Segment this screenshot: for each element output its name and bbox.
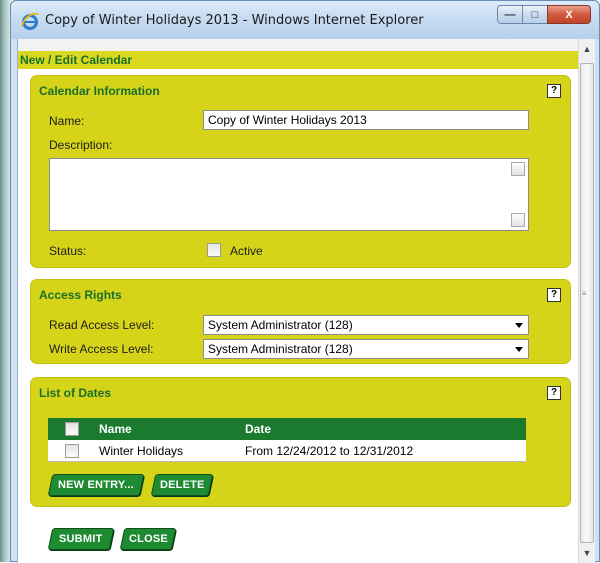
close-label: CLOSE (128, 533, 168, 545)
row-date: From 12/24/2012 to 12/31/2012 (245, 444, 414, 458)
vertical-scrollbar[interactable]: ▲ ≡ ▼ (578, 39, 595, 563)
new-entry-button[interactable]: NEW ENTRY... (47, 474, 145, 496)
name-field[interactable]: Copy of Winter Holidays 2013 (203, 110, 529, 130)
column-header-date[interactable]: Date (245, 422, 271, 436)
new-entry-label: NEW ENTRY... (58, 479, 134, 491)
close-button[interactable]: CLOSE (119, 528, 177, 550)
calendar-information-title: Calendar Information (39, 84, 160, 98)
textarea-scroll-up-icon[interactable] (511, 162, 525, 176)
write-access-select[interactable]: System Administrator (128) (203, 339, 529, 359)
page-content: New / Edit Calendar Calendar Information… (17, 39, 579, 563)
table-row[interactable]: Winter Holidays From 12/24/2012 to 12/31… (48, 440, 526, 462)
description-label: Description: (49, 138, 113, 152)
page-body: Calendar Information ? Name: Copy of Win… (18, 69, 579, 563)
calendar-information-help-button[interactable]: ? (547, 84, 561, 98)
name-label: Name: (49, 114, 85, 128)
chevron-down-icon (515, 347, 523, 352)
close-window-button[interactable]: X (547, 5, 591, 24)
table-header: Name Date (48, 418, 526, 440)
submit-button[interactable]: SUBMIT (47, 528, 115, 550)
window-controls: — □ X (497, 5, 591, 25)
close-icon: X (565, 8, 573, 21)
delete-label: DELETE (159, 479, 205, 491)
minimize-button[interactable]: — (497, 5, 523, 24)
scrollbar-grip-icon: ≡ (582, 289, 587, 298)
status-label: Status: (49, 244, 87, 258)
write-access-label: Write Access Level: (49, 342, 154, 356)
ie-window: Copy of Winter Holidays 2013 - Windows I… (10, 0, 600, 563)
column-header-name[interactable]: Name (99, 422, 132, 436)
list-of-dates-panel: List of Dates ? Name Date Winter Holiday… (30, 377, 571, 507)
access-rights-title: Access Rights (39, 288, 122, 302)
access-rights-help-button[interactable]: ? (547, 288, 561, 302)
chevron-down-icon (515, 323, 523, 328)
scrollbar-thumb[interactable] (580, 63, 594, 543)
access-rights-panel: Access Rights ? Read Access Level: Syste… (30, 279, 571, 364)
delete-button[interactable]: DELETE (150, 474, 214, 496)
row-name: Winter Holidays (99, 444, 184, 458)
active-checkbox[interactable] (207, 243, 221, 257)
maximize-button[interactable]: □ (522, 5, 548, 24)
calendar-information-panel: Calendar Information ? Name: Copy of Win… (30, 75, 571, 268)
dates-table: Name Date Winter Holidays From 12/24/201… (48, 418, 526, 462)
read-access-value: System Administrator (128) (208, 318, 353, 332)
list-of-dates-help-button[interactable]: ? (547, 386, 561, 400)
textarea-resize-icon[interactable] (511, 213, 525, 227)
active-label: Active (230, 244, 263, 258)
scroll-up-icon[interactable]: ▲ (579, 41, 595, 57)
window-title: Copy of Winter Holidays 2013 - Windows I… (45, 13, 424, 28)
maximize-icon: □ (531, 8, 539, 21)
select-all-checkbox[interactable] (65, 422, 79, 436)
submit-label: SUBMIT (59, 533, 103, 545)
read-access-select[interactable]: System Administrator (128) (203, 315, 529, 335)
internet-explorer-icon (21, 12, 39, 30)
scroll-down-icon[interactable]: ▼ (579, 545, 595, 561)
page-title: New / Edit Calendar (18, 51, 579, 69)
title-bar[interactable]: Copy of Winter Holidays 2013 - Windows I… (11, 1, 599, 39)
minimize-icon: — (504, 8, 516, 21)
write-access-value: System Administrator (128) (208, 342, 353, 356)
description-textarea[interactable] (49, 158, 529, 231)
row-checkbox[interactable] (65, 444, 79, 458)
list-of-dates-title: List of Dates (39, 386, 112, 400)
read-access-label: Read Access Level: (49, 318, 155, 332)
